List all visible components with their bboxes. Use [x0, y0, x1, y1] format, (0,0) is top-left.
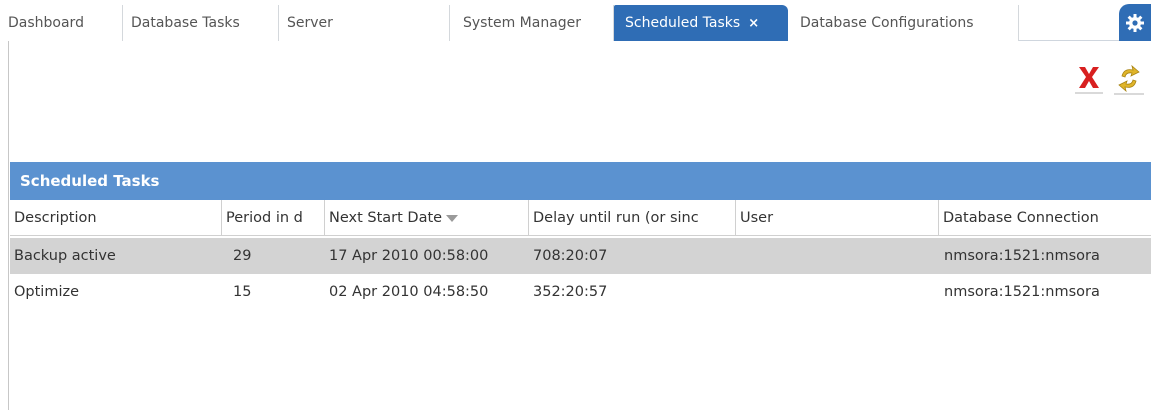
cell-description: Backup active	[14, 248, 116, 264]
close-icon[interactable]: ×	[748, 16, 759, 31]
tab-scheduled-tasks[interactable]: Scheduled Tasks ×	[614, 5, 788, 41]
tab-label: Server	[287, 15, 333, 31]
cell-database-connection: nmsora:1521:nmsora	[944, 284, 1100, 300]
column-header-label: Delay until run (or sinc	[533, 210, 699, 226]
cell-user	[736, 274, 939, 310]
column-header-period[interactable]: Period in d	[222, 200, 325, 236]
tab-label: Database Configurations	[800, 15, 974, 31]
column-header-user[interactable]: User	[736, 200, 939, 236]
grid-title-label: Scheduled Tasks	[20, 172, 160, 190]
column-header-database-connection[interactable]: Database Connection	[939, 200, 1151, 236]
cell-delay: 352:20:57	[533, 284, 608, 300]
table-row[interactable]: Optimize 15 02 Apr 2010 04:58:50 352:20:…	[10, 274, 1151, 310]
cell-period: 29	[233, 248, 252, 264]
cell-period: 15	[233, 284, 252, 300]
column-header-label: Description	[14, 210, 97, 226]
tab-label: Dashboard	[8, 15, 84, 31]
tab-dashboard[interactable]: Dashboard	[0, 5, 123, 41]
column-header-label: Period in d	[226, 210, 303, 226]
grid-header: Description Period in d Next Start Date …	[10, 200, 1151, 236]
tab-label: Database Tasks	[131, 15, 240, 31]
column-header-next-start-date[interactable]: Next Start Date	[325, 200, 529, 236]
tab-label: Scheduled Tasks	[625, 15, 741, 31]
cell-user	[736, 238, 939, 274]
cell-database-connection: nmsora:1521:nmsora	[944, 248, 1100, 264]
tab-bar: Dashboard Database Tasks Server System M…	[0, 0, 1151, 41]
cell-delay: 708:20:07	[533, 248, 608, 264]
column-header-label: Next Start Date	[329, 210, 443, 226]
grid-title: Scheduled Tasks	[10, 162, 1151, 200]
column-header-label: User	[740, 210, 774, 226]
cell-description: Optimize	[14, 284, 80, 300]
tab-label: System Manager	[463, 15, 582, 31]
tab-system-manager[interactable]: System Manager	[450, 5, 614, 41]
table-row[interactable]: Backup active 29 17 Apr 2010 00:58:00 70…	[10, 238, 1151, 274]
column-header-label: Database Connection	[943, 210, 1099, 226]
column-header-description[interactable]: Description	[10, 200, 222, 236]
tab-database-tasks[interactable]: Database Tasks	[123, 5, 279, 41]
cell-next-start-date: 17 Apr 2010 00:58:00	[329, 248, 489, 264]
tab-database-configurations[interactable]: Database Configurations	[788, 5, 1019, 41]
tab-server[interactable]: Server	[279, 5, 450, 41]
gear-icon[interactable]	[1119, 4, 1151, 41]
cell-next-start-date: 02 Apr 2010 04:58:50	[329, 284, 489, 300]
column-header-delay[interactable]: Delay until run (or sinc	[529, 200, 736, 236]
panel-left-border	[8, 41, 9, 410]
delete-x-icon[interactable]	[1075, 61, 1103, 95]
refresh-icon[interactable]	[1114, 62, 1144, 96]
sort-desc-icon	[446, 214, 459, 222]
